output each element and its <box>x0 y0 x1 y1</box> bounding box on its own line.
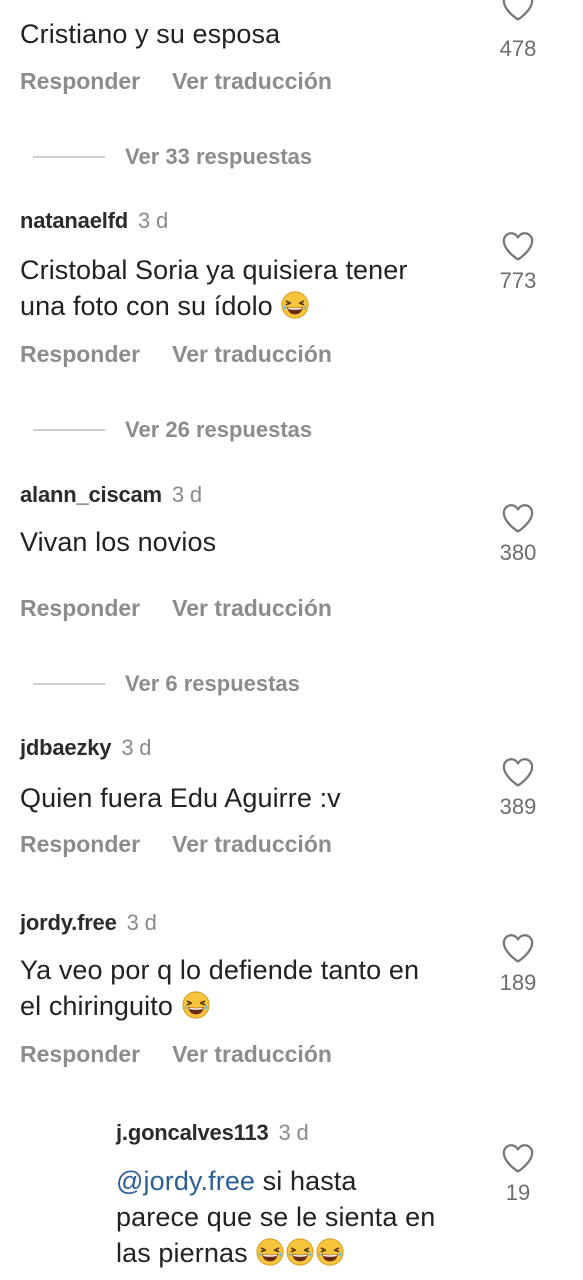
translate-button[interactable]: Ver traducción <box>172 831 332 857</box>
comment-text: Cristiano y su esposa <box>20 19 281 49</box>
timestamp: 3 d <box>126 910 157 935</box>
reply-text: @jordy.free si hasta parece que se le si… <box>116 1163 435 1271</box>
laughing-emoji <box>285 1237 315 1267</box>
username[interactable]: j.goncalves113 <box>116 1120 269 1145</box>
view-replies-button[interactable]: Ver 26 respuestas <box>33 417 312 443</box>
view-replies-button[interactable]: Ver 33 respuestas <box>33 144 312 170</box>
comment-header: jdbaezky 3 d <box>20 735 152 761</box>
divider-line <box>33 683 105 685</box>
heart-outline-icon <box>501 1142 535 1174</box>
username[interactable]: alann_ciscam <box>20 482 162 507</box>
reply-button[interactable]: Responder <box>20 1041 140 1067</box>
comment-text-line: Cristobal Soria ya quisiera tener <box>20 255 408 285</box>
reply-button[interactable]: Responder <box>20 68 140 94</box>
view-replies-button[interactable]: Ver 6 respuestas <box>33 671 300 697</box>
like-button[interactable]: 189 <box>493 932 543 996</box>
comment-text: Quien fuera Edu Aguirre :v <box>20 783 341 813</box>
view-replies-label: Ver 33 respuestas <box>125 144 313 169</box>
comment-text: Cristobal Soria ya quisiera tener una fo… <box>20 252 407 324</box>
heart-outline-icon <box>501 756 535 788</box>
reply-text-line: las piernas <box>116 1238 248 1268</box>
comment-actions: Responder Ver traducción <box>20 68 364 95</box>
timestamp: 3 d <box>171 482 202 507</box>
divider-line <box>33 156 105 158</box>
heart-outline-icon <box>501 932 535 964</box>
comment-actions: Responder Ver traducción <box>20 1041 364 1068</box>
like-count: 19 <box>505 1180 531 1205</box>
reply-button[interactable]: Responder <box>20 595 140 621</box>
like-button[interactable]: 380 <box>493 502 543 566</box>
view-replies-label: Ver 26 respuestas <box>125 417 313 442</box>
comment-text-line: Ya veo por q lo defiende tanto en <box>20 955 420 985</box>
like-count: 773 <box>499 268 537 293</box>
reply-button[interactable]: Responder <box>20 831 140 857</box>
comment-header: alann_ciscam 3 d <box>20 482 202 508</box>
divider-line <box>33 429 105 431</box>
reply-text-line: si hasta <box>262 1166 357 1196</box>
like-count: 380 <box>499 540 537 565</box>
like-count: 189 <box>499 970 537 995</box>
translate-button[interactable]: Ver traducción <box>172 1041 332 1067</box>
laughing-emoji <box>255 1237 285 1267</box>
laughing-emoji <box>315 1237 345 1267</box>
translate-button[interactable]: Ver traducción <box>172 341 332 367</box>
translate-button[interactable]: Ver traducción <box>172 595 332 621</box>
username[interactable]: jordy.free <box>20 910 117 935</box>
timestamp: 3 d <box>138 208 169 233</box>
like-button[interactable]: 773 <box>493 230 543 294</box>
heart-outline-icon <box>501 0 535 22</box>
username[interactable]: jdbaezky <box>20 735 112 760</box>
comment-text: Ya veo por q lo defiende tanto en el chi… <box>20 952 419 1024</box>
like-count: 478 <box>499 36 537 61</box>
reply-header: j.goncalves113 3 d <box>116 1120 309 1146</box>
timestamp: 3 d <box>278 1120 309 1145</box>
laughing-emoji <box>181 990 211 1020</box>
comment-text-line: una foto con su ídolo <box>20 291 273 321</box>
laughing-emoji <box>280 290 310 320</box>
comment-text-line: el chiringuito <box>20 991 173 1021</box>
comment-actions: Responder Ver traducción <box>20 341 364 368</box>
like-button[interactable]: 389 <box>493 756 543 820</box>
comment-text: Vivan los novios <box>20 527 217 557</box>
comment-actions: Responder Ver traducción <box>20 831 364 858</box>
translate-button[interactable]: Ver traducción <box>172 68 332 94</box>
view-replies-label: Ver 6 respuestas <box>125 671 300 696</box>
like-count: 389 <box>499 794 537 819</box>
like-button[interactable]: 19 <box>493 1142 543 1206</box>
reply-button[interactable]: Responder <box>20 341 140 367</box>
comment-actions: Responder Ver traducción <box>20 595 364 622</box>
reply-text-line: parece que se le sienta en <box>116 1202 436 1232</box>
like-button[interactable]: 478 <box>493 0 543 62</box>
heart-outline-icon <box>501 502 535 534</box>
mention-link[interactable]: @jordy.free <box>116 1166 255 1196</box>
comment-header: jordy.free 3 d <box>20 910 157 936</box>
heart-outline-icon <box>501 230 535 262</box>
username[interactable]: natanaelfd <box>20 208 128 233</box>
comment-header: natanaelfd 3 d <box>20 208 168 234</box>
timestamp: 3 d <box>121 735 152 760</box>
